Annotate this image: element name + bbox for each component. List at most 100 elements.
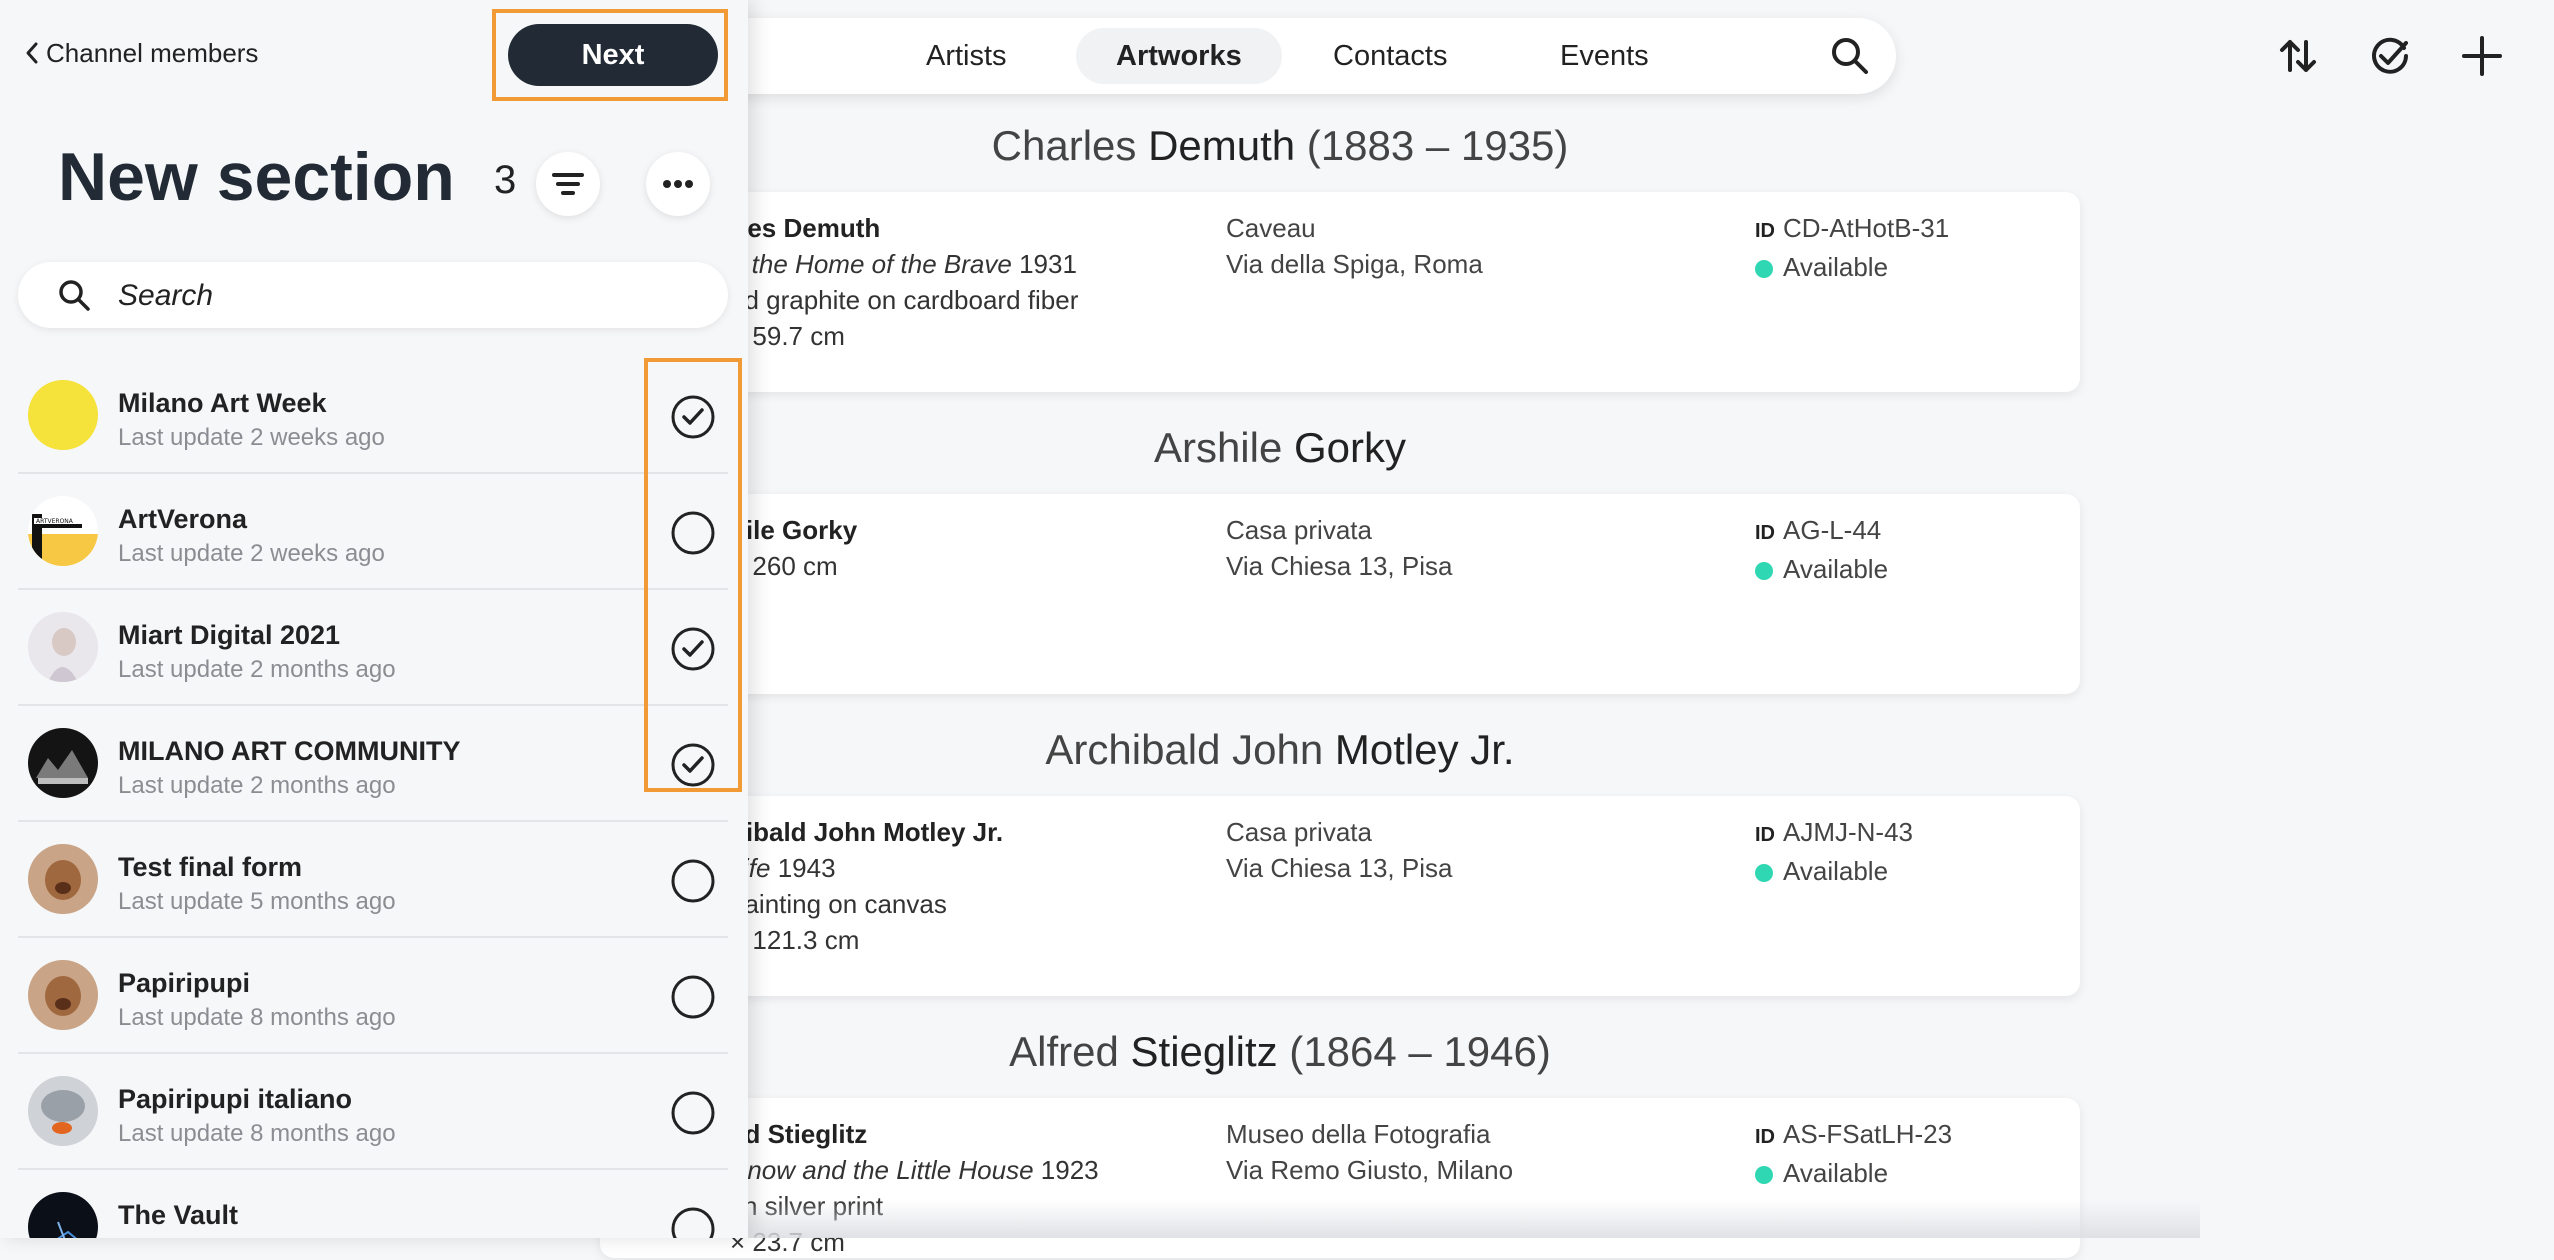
artwork-artist: hile Gorky — [730, 515, 858, 545]
scroll-fade — [500, 1200, 2200, 1238]
svg-text:ARTVERONA: ARTVERONA — [36, 518, 74, 525]
artwork-card[interactable]: hibald John Motley Jr. tlife 1943 painti… — [600, 796, 2080, 996]
chevron-left-icon — [26, 42, 38, 64]
more-options-button[interactable] — [646, 152, 710, 216]
artwork-medium: painting on canvas — [730, 889, 947, 919]
artwork-location: Museo della Fotografia — [1226, 1119, 1491, 1149]
channel-last-update: Last update 8 months ago — [118, 1120, 396, 1147]
artwork-card[interactable]: hile Gorky × 260 cm Casa privata Via Chi… — [600, 494, 2080, 694]
artist-heading: Arshile Gorky — [1153, 424, 1407, 471]
artwork-address: Via Chiesa 13, Pisa — [1226, 551, 1453, 581]
channel-name: The Vault — [118, 1200, 239, 1230]
filter-button[interactable] — [536, 152, 600, 216]
sort-icon[interactable] — [2272, 30, 2324, 82]
avatar — [28, 612, 98, 682]
channel-last-update: Last update 2 months ago — [118, 772, 396, 799]
unchecked-circle-icon[interactable] — [670, 858, 716, 904]
artwork-year: 1931 — [1019, 249, 1077, 279]
channel-name: Papiripupi — [118, 968, 251, 998]
tab-artworks[interactable]: Artworks — [1076, 28, 1282, 84]
top-tab-bar: Artists Artworks Contacts Events — [700, 18, 1896, 94]
tab-events[interactable]: Events — [1520, 28, 1689, 84]
artwork-year: 1943 — [777, 853, 836, 883]
next-button[interactable]: Next — [508, 24, 718, 86]
checked-circle-icon[interactable] — [670, 742, 716, 788]
status-dot — [1755, 1166, 1773, 1184]
status-badge: Available — [1783, 554, 1889, 584]
list-item[interactable]: The VaultLast update 11 months ago — [18, 1170, 728, 1238]
back-button[interactable]: Channel members — [24, 38, 258, 69]
artwork-location: Casa privata — [1226, 515, 1372, 545]
artist-heading: Alfred Stieglitz (1864 – 1946) — [1009, 1028, 1551, 1075]
list-item[interactable]: MILANO ART COMMUNITY Last update 2 months… — [18, 706, 728, 822]
list-item[interactable]: Miart Digital 2021 Last update 2 months a… — [18, 590, 728, 706]
channel-last-update: Last update 5 months ago — [118, 888, 396, 915]
status-badge: Available — [1783, 856, 1889, 886]
page-title: New section — [58, 139, 455, 215]
status-dot — [1755, 562, 1773, 580]
status-badge: Available — [1783, 1158, 1889, 1188]
list-item[interactable]: Papiripupi italiano Last update 8 months … — [18, 1054, 728, 1170]
unchecked-circle-icon[interactable] — [670, 974, 716, 1020]
checked-circle-icon[interactable] — [670, 626, 716, 672]
channel-list: Milano Art Week Last update 2 weeks ago AR… — [18, 358, 728, 1238]
artwork-id: AS-FSatLH-23 — [1783, 1119, 1953, 1149]
more-dots-icon — [663, 180, 693, 188]
artwork-medium: nd graphite on cardboard fiber — [730, 285, 1079, 315]
filter-icon — [552, 173, 584, 195]
artist-heading: Archibald John Motley Jr. — [1045, 726, 1515, 773]
artwork-year: 1923 — [1040, 1155, 1099, 1185]
artwork-artist: rles Demuth — [730, 213, 881, 243]
artwork-location: Caveau — [1226, 213, 1316, 243]
avatar: ARTVERONA — [28, 496, 98, 566]
artwork-dimensions: × 260 cm — [730, 551, 838, 581]
id-label: ID — [1755, 1126, 1775, 1148]
avatar — [28, 728, 98, 798]
avatar — [28, 380, 98, 450]
artwork-address: Via della Spiga, Roma — [1226, 249, 1483, 279]
channel-last-update: Last update 8 months ago — [118, 1004, 396, 1031]
channel-name: ArtVerona — [118, 504, 248, 534]
id-label: ID — [1755, 522, 1775, 544]
list-item[interactable]: Test final form Last update 5 months ago — [18, 822, 728, 938]
search-input[interactable]: Search — [18, 262, 728, 328]
unchecked-circle-icon[interactable] — [670, 1090, 716, 1136]
artwork-dimensions: × 121.3 cm — [730, 925, 860, 955]
selected-count: 3 — [494, 158, 517, 202]
tab-contacts[interactable]: Contacts — [1293, 28, 1487, 84]
artwork-title: d the Home of the Brave — [730, 249, 1012, 279]
tab-artists[interactable]: Artists — [886, 28, 1047, 84]
back-label: Channel members — [46, 38, 259, 68]
artwork-artist: ed Stieglitz — [730, 1119, 868, 1149]
artwork-id: AJMJ-N-43 — [1783, 817, 1914, 847]
avatar — [28, 1076, 98, 1146]
id-label: ID — [1755, 824, 1775, 846]
unchecked-circle-icon[interactable] — [670, 1206, 716, 1238]
add-icon[interactable] — [2456, 30, 2508, 82]
unchecked-circle-icon[interactable] — [670, 510, 716, 556]
checked-circle-icon[interactable] — [670, 394, 716, 440]
channel-last-update: Last update 2 months ago — [118, 656, 396, 683]
channel-members-panel: Channel members Next New section 3 Searc… — [0, 0, 748, 1238]
status-badge: Available — [1783, 252, 1889, 282]
artwork-dimensions: × 59.7 cm — [730, 321, 845, 351]
search-icon[interactable] — [1828, 34, 1872, 78]
artwork-address: Via Remo Giusto, Milano — [1226, 1155, 1514, 1185]
status-dot — [1755, 260, 1773, 278]
channel-last-update: Last update 2 weeks ago — [118, 424, 385, 451]
artwork-card[interactable]: rles Demuth d the Home of the Brave 1931… — [600, 192, 2080, 392]
avatar — [28, 1192, 98, 1238]
channel-name: MILANO ART COMMUNITY — [118, 736, 461, 766]
artist-heading: Charles Demuth (1883 – 1935) — [991, 122, 1569, 169]
list-item[interactable]: Papiripupi Last update 8 months ago — [18, 938, 728, 1054]
list-item[interactable]: Milano Art Week Last update 2 weeks ago — [18, 358, 728, 474]
list-item[interactable]: ARTVERONA ArtVerona Last update 2 weeks ag… — [18, 474, 728, 590]
channel-name: Milano Art Week — [118, 388, 327, 418]
avatar — [28, 844, 98, 914]
artwork-location: Casa privata — [1226, 817, 1372, 847]
artwork-id: AG-L-44 — [1783, 515, 1882, 545]
status-dot — [1755, 864, 1773, 882]
artwork-artist: hibald John Motley Jr. — [730, 817, 1004, 847]
artwork-title: Snow and the Little House — [730, 1155, 1034, 1185]
select-check-icon[interactable] — [2364, 30, 2416, 82]
